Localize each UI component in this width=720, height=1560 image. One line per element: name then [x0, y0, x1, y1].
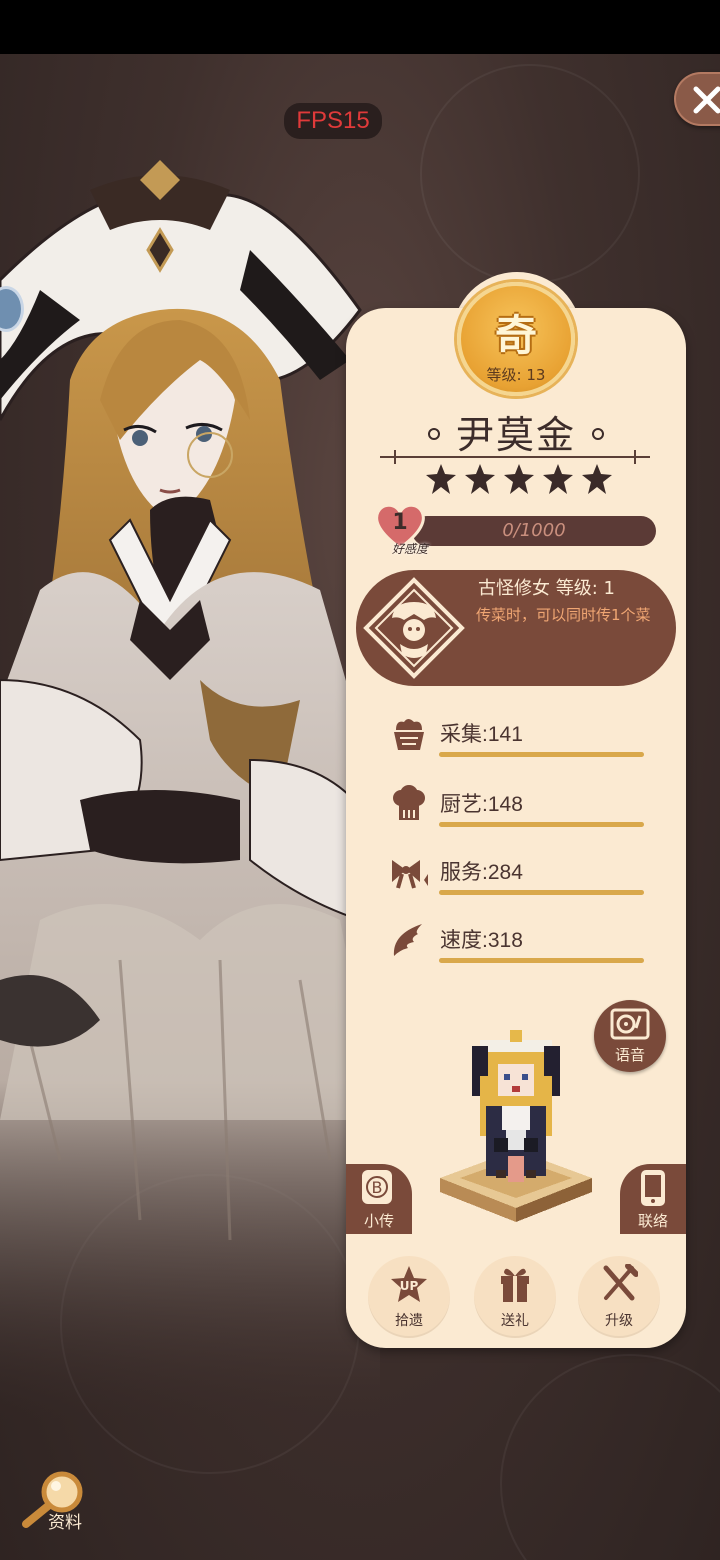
affection-level: 1	[392, 510, 408, 535]
gift-button[interactable]: 送礼	[474, 1256, 556, 1338]
pickup-label: 拾遗	[395, 1313, 423, 1329]
stat-speed: 速度:318	[388, 920, 658, 970]
contact-label: 联络	[637, 1212, 668, 1230]
rarity-char: 奇	[494, 311, 537, 360]
bio-book-icon: B	[362, 1170, 392, 1204]
fork-knife-icon	[603, 1264, 638, 1301]
star-icon	[582, 464, 612, 494]
bio-tab[interactable]: B 小传	[346, 1164, 412, 1234]
star-icon	[465, 464, 495, 494]
stat-bar	[439, 958, 644, 963]
stat-fill	[439, 890, 644, 895]
gift-label: 送礼	[501, 1313, 529, 1329]
character-level: 等级: 13	[486, 366, 546, 384]
stat-bar	[439, 822, 644, 827]
star-icon	[426, 464, 456, 494]
bow-tie-icon	[392, 860, 428, 889]
stat-label: 服务:284	[440, 861, 523, 884]
name-dot-left	[427, 427, 440, 440]
affection-label: 好感度	[392, 542, 429, 556]
contact-tab[interactable]: 联络	[620, 1164, 686, 1234]
character-pixel-sprite	[440, 1030, 592, 1222]
stat-fill	[439, 958, 644, 963]
rarity-medal: 奇 等级: 13	[457, 282, 575, 396]
skill-description: 传菜时，可以同时传1个菜	[476, 606, 651, 624]
voice-label: 语音	[614, 1046, 645, 1064]
stat-service: 服务:284	[388, 852, 658, 902]
skill-title: 古怪修女 等级: 1	[478, 578, 615, 599]
stat-cooking: 厨艺:148	[388, 784, 658, 834]
stat-label: 厨艺:148	[440, 793, 523, 816]
nun-emblem-icon	[363, 577, 465, 679]
stat-label: 采集:141	[440, 723, 523, 746]
stat-label: 速度:318	[440, 929, 523, 952]
pickup-badge-text: UP	[400, 1279, 419, 1293]
status-bar	[0, 0, 720, 54]
pickup-button[interactable]: UP 拾遗	[368, 1256, 450, 1338]
bio-label: 小传	[363, 1212, 394, 1230]
stat-fill	[439, 822, 644, 827]
wing-icon	[393, 924, 422, 956]
name-divider	[380, 450, 650, 464]
chef-hat-icon	[393, 785, 425, 820]
star-icon	[504, 464, 534, 494]
character-illustration	[0, 160, 380, 1420]
stat-bar	[439, 890, 644, 895]
basket-icon	[394, 719, 424, 750]
close-button[interactable]	[674, 72, 720, 126]
star-rating	[424, 462, 614, 502]
character-name: 尹莫金	[455, 413, 576, 457]
close-icon	[693, 86, 720, 114]
upgrade-label: 升级	[605, 1313, 633, 1329]
stat-bar	[439, 752, 644, 757]
game-screen: FPS15 奇 等级: 13 尹莫金 0/1000 1 好感度 古怪修女 等级:…	[0, 0, 720, 1560]
stat-gather: 采集:141	[388, 714, 658, 764]
record-player-icon	[610, 1008, 650, 1040]
gift-icon	[501, 1268, 529, 1302]
up-star-icon: UP	[391, 1266, 427, 1302]
profile-button[interactable]: 资料	[18, 1468, 98, 1544]
bio-badge-letter: B	[372, 1178, 383, 1197]
phone-icon	[641, 1170, 665, 1206]
name-dot-right	[592, 427, 604, 440]
profile-label: 资料	[48, 1513, 82, 1533]
upgrade-button[interactable]: 升级	[578, 1256, 660, 1338]
fps-counter: FPS15	[284, 103, 382, 139]
voice-button[interactable]: 语音	[594, 1000, 666, 1072]
stat-fill	[439, 752, 644, 757]
star-icon	[543, 464, 573, 494]
